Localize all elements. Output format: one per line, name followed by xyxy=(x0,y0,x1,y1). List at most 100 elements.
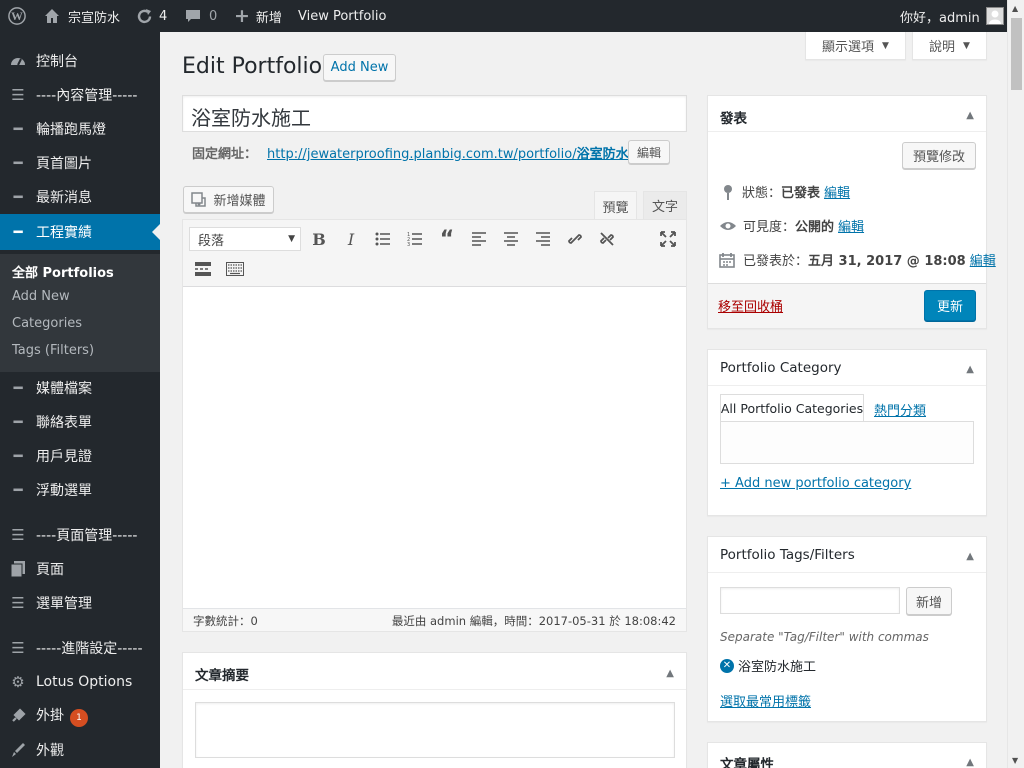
tags-hint: Separate "Tag/Filter" with commas xyxy=(720,630,929,644)
sidebar-item-label: Lotus Options xyxy=(36,674,133,690)
permalink-edit-button[interactable]: 編輯 xyxy=(628,140,670,164)
wordpress-logo-icon[interactable]: W xyxy=(8,0,26,32)
post-title-value: 浴室防水施工 xyxy=(191,106,311,130)
scroll-up-icon[interactable]: ▲ xyxy=(1012,4,1018,13)
move-to-trash-link[interactable]: 移至回收桶 xyxy=(718,296,783,315)
italic-icon[interactable]: I xyxy=(341,229,361,249)
sidebar-item-floating-menu[interactable]: ━ 浮動選單 xyxy=(0,473,160,507)
bold-icon[interactable]: B xyxy=(309,229,329,249)
submenu-item-categories[interactable]: Categories xyxy=(12,316,82,331)
publish-box: 發表 ▲ 預覽修改 狀態： 已發表 編輯 可見度： 公開的 編輯 已發表於： 五… xyxy=(707,95,996,329)
format-select[interactable]: 段落 ▼ xyxy=(189,227,301,251)
avatar xyxy=(985,7,1004,25)
divider xyxy=(708,572,986,573)
tag-item: ✕ 浴室防水施工 xyxy=(720,656,816,675)
my-account-link[interactable]: 你好，admin xyxy=(900,0,1004,32)
sidebar-item-pages[interactable]: 頁面 xyxy=(0,552,160,586)
submenu-item-all[interactable]: 全部 Portfolios xyxy=(12,262,114,281)
post-title-input[interactable]: 浴室防水施工 xyxy=(182,95,687,132)
fullscreen-icon[interactable] xyxy=(658,229,678,249)
comments-count: 0 xyxy=(209,8,218,24)
sidebar-item-portfolio[interactable]: ━ 工程實績 xyxy=(0,214,160,250)
unlink-icon[interactable] xyxy=(597,229,617,249)
sidebar-item-page-header[interactable]: ☰ ----頁面管理----- xyxy=(0,518,160,552)
tab-text[interactable]: 文字 xyxy=(643,191,687,219)
screen-options-button[interactable]: 顯示選項 ▼ xyxy=(805,32,906,60)
choose-popular-tags-link[interactable]: 選取最常用標籤 xyxy=(720,691,811,710)
align-left-icon[interactable] xyxy=(469,229,489,249)
collapse-up-icon[interactable]: ▲ xyxy=(966,364,974,375)
insert-link-icon[interactable] xyxy=(565,229,585,249)
align-right-icon[interactable] xyxy=(533,229,553,249)
updates-count: 4 xyxy=(159,8,168,24)
help-button[interactable]: 說明 ▼ xyxy=(912,32,987,60)
sidebar-item-contact-form[interactable]: ━ 聯絡表單 xyxy=(0,405,160,439)
sidebar-item-menus[interactable]: ☰ 選單管理 xyxy=(0,586,160,620)
update-button[interactable]: 更新 xyxy=(924,290,976,321)
category-checklist xyxy=(720,421,974,464)
sidebar-item-label: 頁首圖片 xyxy=(36,156,92,172)
tab-all-categories[interactable]: All Portfolio Categories xyxy=(720,394,864,422)
comments-link[interactable]: 0 xyxy=(185,0,217,32)
collapse-up-icon[interactable]: ▲ xyxy=(666,668,674,679)
pages-icon xyxy=(10,561,26,577)
sidebar-item-plugins[interactable]: 外掛 1 xyxy=(0,699,160,733)
new-content-link[interactable]: + 新增 xyxy=(234,0,282,32)
align-center-icon[interactable] xyxy=(501,229,521,249)
status-edit-link[interactable]: 編輯 xyxy=(824,182,850,201)
blockquote-icon[interactable]: “ xyxy=(437,227,457,252)
add-media-button[interactable]: 新增媒體 xyxy=(183,186,274,213)
pin-icon xyxy=(722,184,734,200)
collapse-up-icon[interactable]: ▲ xyxy=(966,757,974,768)
submenu-item-add-new[interactable]: Add New xyxy=(12,289,70,304)
editor-content-area[interactable] xyxy=(183,288,686,608)
site-name-link[interactable]: 宗宣防水 xyxy=(44,0,120,32)
sidebar-item-testimonials[interactable]: ━ 用戶見證 xyxy=(0,439,160,473)
dash-icon: ━ xyxy=(13,379,23,397)
calendar-icon xyxy=(719,252,735,268)
home-icon xyxy=(44,8,60,24)
permalink-url[interactable]: http://jewaterproofing.planbig.com.tw/po… xyxy=(267,143,659,162)
greeting: 你好，admin xyxy=(900,10,980,26)
collapse-up-icon[interactable]: ▲ xyxy=(966,110,974,121)
page-scrollbar[interactable]: ▲ ▼ xyxy=(1007,0,1024,768)
updates-link[interactable]: 4 xyxy=(136,0,167,32)
sidebar-item-news[interactable]: ━ 最新消息 xyxy=(0,180,160,214)
sidebar-item-header-images[interactable]: ━ 頁首圖片 xyxy=(0,146,160,180)
visibility-edit-link[interactable]: 編輯 xyxy=(838,216,864,235)
add-category-link[interactable]: + Add new portfolio category xyxy=(720,476,911,491)
excerpt-textarea[interactable] xyxy=(195,702,675,758)
tab-visual[interactable]: 預覽 xyxy=(594,191,637,220)
sidebar-item-label: 外掛 1 xyxy=(36,705,88,727)
last-edited: 最近由 admin 編輯，時間：2017-05-31 於 18:08:42 xyxy=(391,614,676,628)
divider xyxy=(708,131,986,132)
toolbar-toggle-icon[interactable] xyxy=(225,259,245,279)
sidebar-item-media[interactable]: ━ 媒體檔案 xyxy=(0,371,160,405)
scrollbar-thumb[interactable] xyxy=(1011,18,1022,90)
submenu-item-tags[interactable]: Tags (Filters) xyxy=(12,343,94,358)
numbered-list-icon[interactable]: 123 xyxy=(405,229,425,249)
collapse-up-icon[interactable]: ▲ xyxy=(966,551,974,562)
new-tag-input[interactable] xyxy=(720,587,900,614)
sidebar-item-label: 頁面 xyxy=(36,562,64,578)
sidebar-item-content-header[interactable]: ☰ ----內容管理----- xyxy=(0,78,160,112)
published-label: 已發表於： xyxy=(743,254,809,269)
sidebar-item-advanced-header[interactable]: ☰ -----進階設定----- xyxy=(0,631,160,665)
bullet-list-icon[interactable] xyxy=(373,229,393,249)
preview-changes-button[interactable]: 預覽修改 xyxy=(902,142,976,169)
read-more-icon[interactable] xyxy=(193,259,213,279)
tab-popular-categories[interactable]: 熱門分類 xyxy=(874,400,926,419)
divider xyxy=(183,689,686,690)
sidebar-item-dashboard[interactable]: 控制台 xyxy=(0,44,160,78)
add-tag-button[interactable]: 新增 xyxy=(906,587,952,615)
sidebar-item-label: ----內容管理----- xyxy=(36,88,138,104)
date-edit-link[interactable]: 編輯 xyxy=(970,250,996,269)
sidebar-item-carousel[interactable]: ━ 輪播跑馬燈 xyxy=(0,112,160,146)
remove-tag-icon[interactable]: ✕ xyxy=(720,658,734,673)
view-portfolio-link[interactable]: View Portfolio xyxy=(298,0,386,32)
scroll-down-icon[interactable]: ▼ xyxy=(1012,756,1018,765)
permalink-label: 固定網址： xyxy=(192,147,258,162)
add-new-button[interactable]: Add New xyxy=(323,54,396,81)
sidebar-item-lotus-options[interactable]: ⚙ Lotus Options xyxy=(0,665,160,699)
sidebar-item-appearance[interactable]: 外觀 xyxy=(0,733,160,767)
